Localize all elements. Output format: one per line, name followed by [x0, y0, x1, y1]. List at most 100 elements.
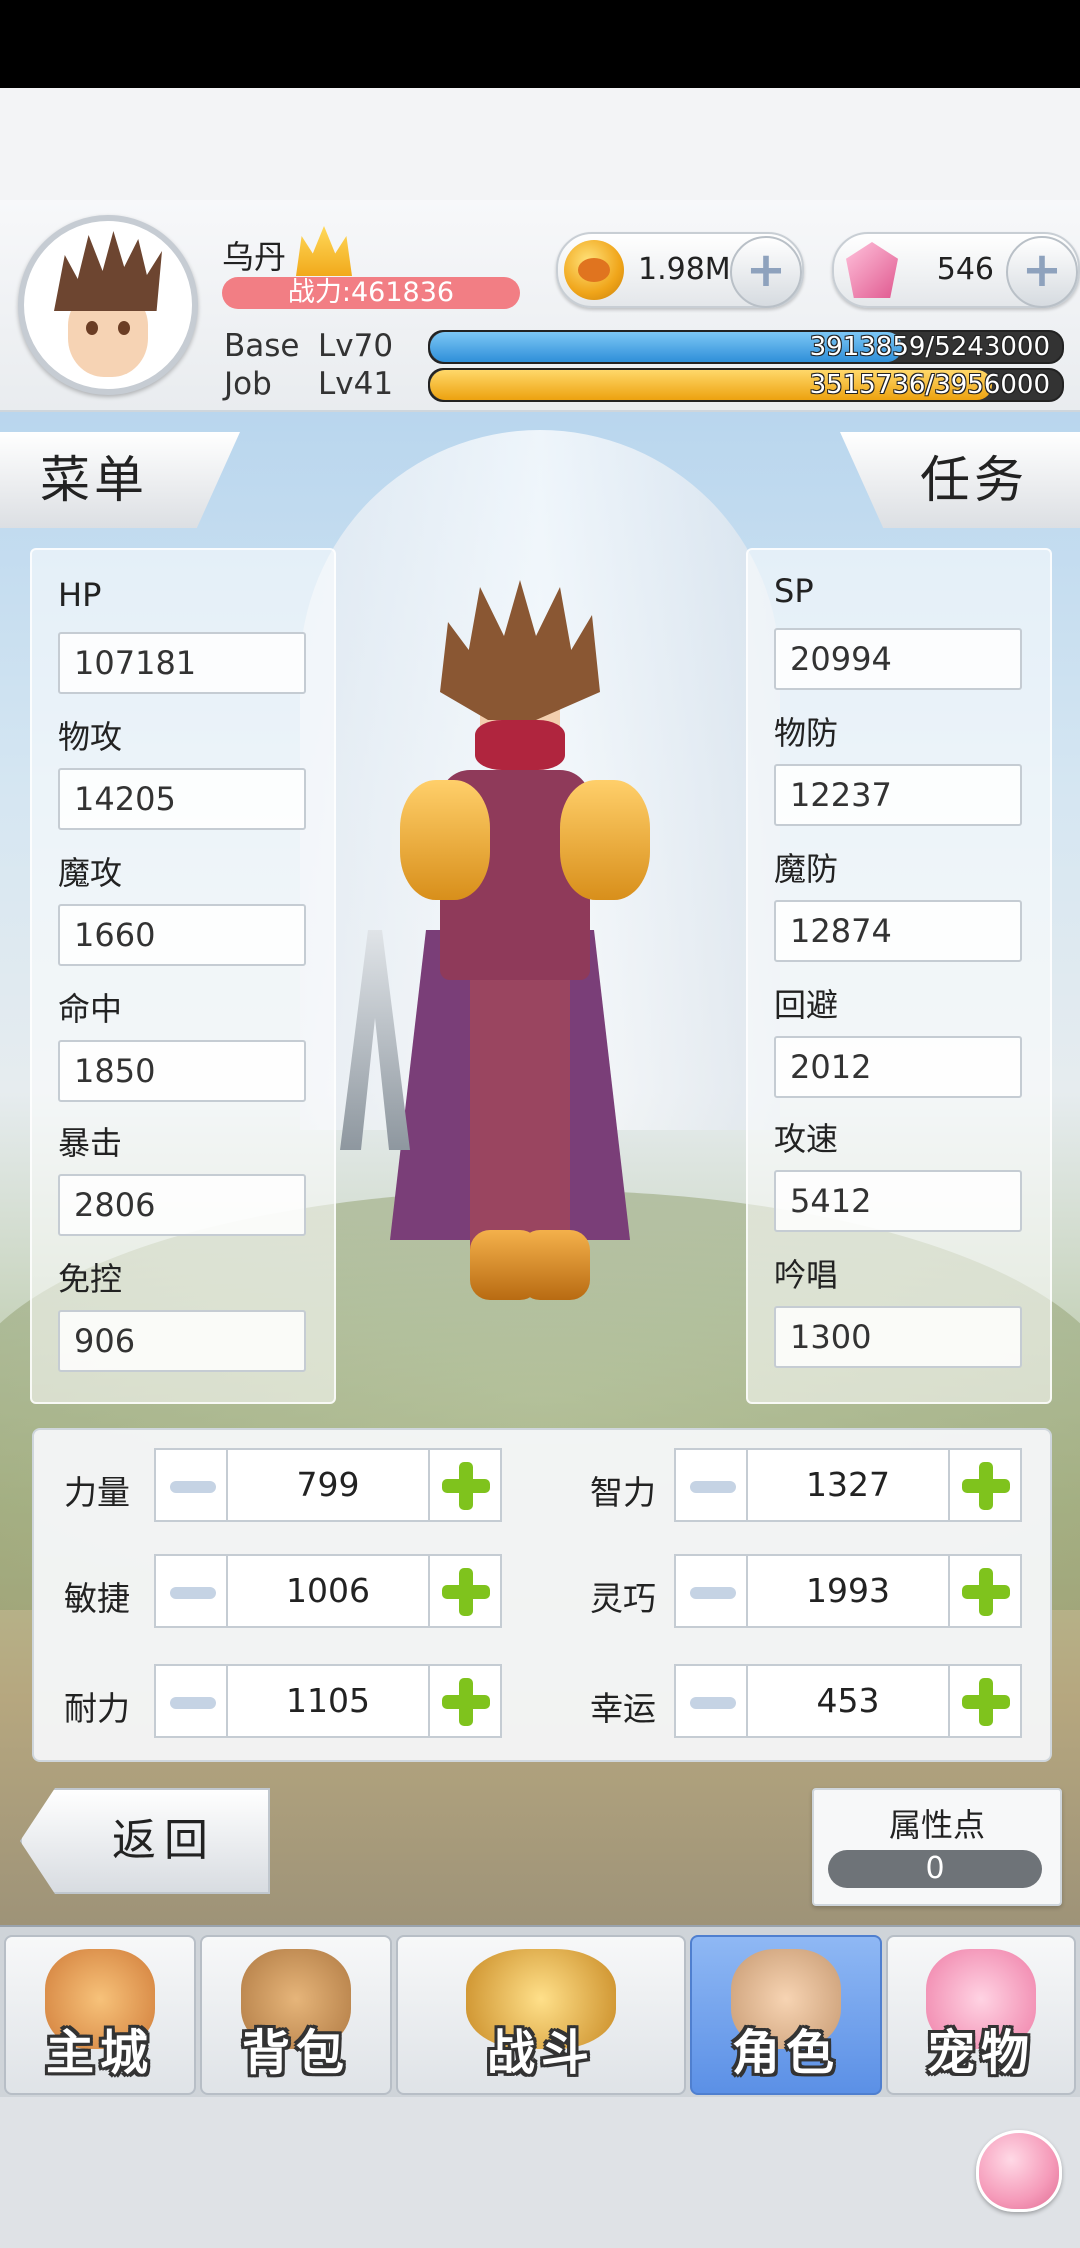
- attribute-points-title: 属性点: [888, 1806, 985, 1844]
- attr-value-agi: 1006: [228, 1554, 428, 1628]
- decrease-int-button[interactable]: [674, 1448, 748, 1522]
- attribute-points: 属性点 0: [812, 1788, 1062, 1906]
- character-model: [330, 570, 690, 1310]
- stat-value: 12237: [774, 764, 1022, 826]
- stat-label: 回避: [774, 986, 839, 1024]
- job-exp-text: 3515736/3956000: [809, 370, 1050, 400]
- job-level: Lv41: [318, 366, 394, 402]
- top-strip: [0, 88, 1080, 200]
- zeny-amount: 1.98M: [638, 252, 731, 287]
- decrease-luk-button[interactable]: [674, 1664, 748, 1738]
- stat-label: 暴击: [58, 1124, 123, 1162]
- right-stats-panel: SP 20994 物防 12237 魔防 12874 回避 2012 攻速 54…: [746, 548, 1052, 1404]
- stat-label: 攻速: [774, 1120, 839, 1158]
- nav-pet[interactable]: 宠物: [886, 1935, 1076, 2095]
- bottom-nav: 主城 背包 战斗 角色 宠物: [0, 1925, 1080, 2099]
- zeny-counter: 1.98M +: [556, 232, 804, 308]
- base-level: Lv70: [318, 328, 394, 364]
- poring-assistant-icon[interactable]: [976, 2130, 1062, 2212]
- base-exp-text: 3913859/5243000: [809, 332, 1050, 362]
- base-label: Base: [224, 328, 300, 364]
- attr-label-dex: 灵巧: [590, 1579, 656, 1618]
- stat-label: 物攻: [58, 718, 123, 756]
- nav-character[interactable]: 角色: [690, 1935, 882, 2095]
- gem-counter: 546 +: [832, 232, 1080, 308]
- stat-label: 命中: [58, 990, 123, 1028]
- back-button[interactable]: 返回: [20, 1788, 270, 1894]
- stat-label: 免控: [58, 1260, 123, 1298]
- job-label: Job: [224, 366, 272, 402]
- stat-label: 物防: [774, 714, 839, 752]
- combat-power: 战力:461836: [222, 277, 520, 309]
- decrease-str-button[interactable]: [154, 1448, 228, 1522]
- increase-dex-button[interactable]: [948, 1554, 1022, 1628]
- stat-value: 1850: [58, 1040, 306, 1102]
- player-name: 乌丹: [222, 238, 287, 276]
- attr-value-vit: 1105: [228, 1664, 428, 1738]
- stat-value: 906: [58, 1310, 306, 1372]
- base-exp-bar: 3913859/5243000: [428, 330, 1064, 364]
- nav-label: 背包: [241, 2025, 350, 2081]
- left-stats-panel: HP 107181 物攻 14205 魔攻 1660 命中 1850 暴击 28…: [30, 548, 336, 1404]
- nav-label: 战斗: [486, 2025, 595, 2081]
- increase-luk-button[interactable]: [948, 1664, 1022, 1738]
- avatar-hair: [54, 231, 162, 311]
- attr-label-int: 智力: [590, 1473, 656, 1512]
- add-zeny-button[interactable]: +: [730, 236, 802, 308]
- stat-value: 2806: [58, 1174, 306, 1236]
- gem-amount: 546: [936, 252, 994, 287]
- stat-value: 1300: [774, 1306, 1022, 1368]
- attribute-panel: 力量 799 智力 1327 敏捷 1006 灵巧 1993 耐力 1105 幸…: [32, 1428, 1052, 1762]
- character-shoulder: [400, 780, 490, 900]
- character-legs: [470, 950, 570, 1270]
- bottom-area: [0, 2097, 1080, 2248]
- stat-label: 魔攻: [58, 854, 123, 892]
- stat-value: 2012: [774, 1036, 1022, 1098]
- add-gem-button[interactable]: +: [1006, 236, 1078, 308]
- decrease-dex-button[interactable]: [674, 1554, 748, 1628]
- status-bar: [0, 0, 1080, 88]
- attr-label-agi: 敏捷: [64, 1579, 130, 1618]
- stat-value: 14205: [58, 768, 306, 830]
- nav-label: 宠物: [926, 2025, 1035, 2081]
- increase-agi-button[interactable]: [428, 1554, 502, 1628]
- nav-battle[interactable]: 战斗: [396, 1935, 686, 2095]
- attr-value-str: 799: [228, 1448, 428, 1522]
- character-mask: [475, 720, 565, 770]
- nav-backpack[interactable]: 背包: [200, 1935, 392, 2095]
- stat-label: SP: [774, 572, 814, 610]
- increase-str-button[interactable]: [428, 1448, 502, 1522]
- nav-label: 主城: [45, 2025, 154, 2081]
- player-avatar[interactable]: [18, 215, 198, 395]
- increase-vit-button[interactable]: [428, 1664, 502, 1738]
- job-exp-bar: 3515736/3956000: [428, 368, 1064, 402]
- character-boot: [520, 1230, 590, 1300]
- attr-label-str: 力量: [64, 1473, 130, 1512]
- stat-label: HP: [58, 576, 102, 614]
- stat-value: 1660: [58, 904, 306, 966]
- attr-value-luk: 453: [748, 1664, 948, 1738]
- character-hair: [440, 580, 600, 720]
- zeny-coin-icon: [564, 240, 624, 300]
- attr-label-luk: 幸运: [590, 1689, 656, 1728]
- attr-value-int: 1327: [748, 1448, 948, 1522]
- attribute-points-value: 0: [828, 1850, 1042, 1888]
- avatar-eye: [118, 321, 130, 335]
- decrease-agi-button[interactable]: [154, 1554, 228, 1628]
- stat-label: 吟唱: [774, 1256, 839, 1294]
- stat-label: 魔防: [774, 850, 839, 888]
- stat-value: 107181: [58, 632, 306, 694]
- attr-value-dex: 1993: [748, 1554, 948, 1628]
- nav-main-city[interactable]: 主城: [4, 1935, 196, 2095]
- stat-value: 12874: [774, 900, 1022, 962]
- decrease-vit-button[interactable]: [154, 1664, 228, 1738]
- nav-label: 角色: [731, 2025, 840, 2081]
- character-shoulder: [560, 780, 650, 900]
- character-claw: [340, 930, 410, 1150]
- increase-int-button[interactable]: [948, 1448, 1022, 1522]
- attr-label-vit: 耐力: [64, 1689, 130, 1728]
- stat-value: 20994: [774, 628, 1022, 690]
- stat-value: 5412: [774, 1170, 1022, 1232]
- avatar-eye: [86, 321, 98, 335]
- gem-icon: [846, 242, 898, 298]
